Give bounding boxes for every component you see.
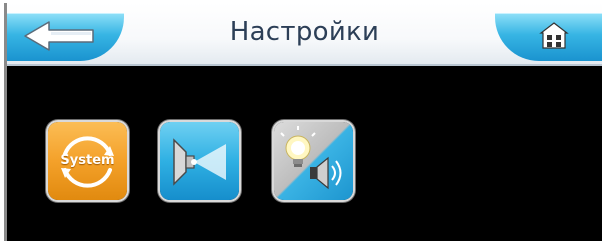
settings-screen: Настройки System (4, 3, 602, 241)
home-button[interactable] (495, 13, 602, 61)
projector-tile[interactable] (160, 122, 239, 200)
system-label: System (60, 153, 115, 168)
light-sound-icon (280, 126, 342, 190)
projector-icon (173, 138, 226, 186)
header-bar: Настройки (7, 3, 602, 66)
home-icon (539, 22, 569, 49)
system-tile[interactable]: System (48, 122, 127, 200)
light-sound-tile[interactable] (274, 122, 353, 200)
